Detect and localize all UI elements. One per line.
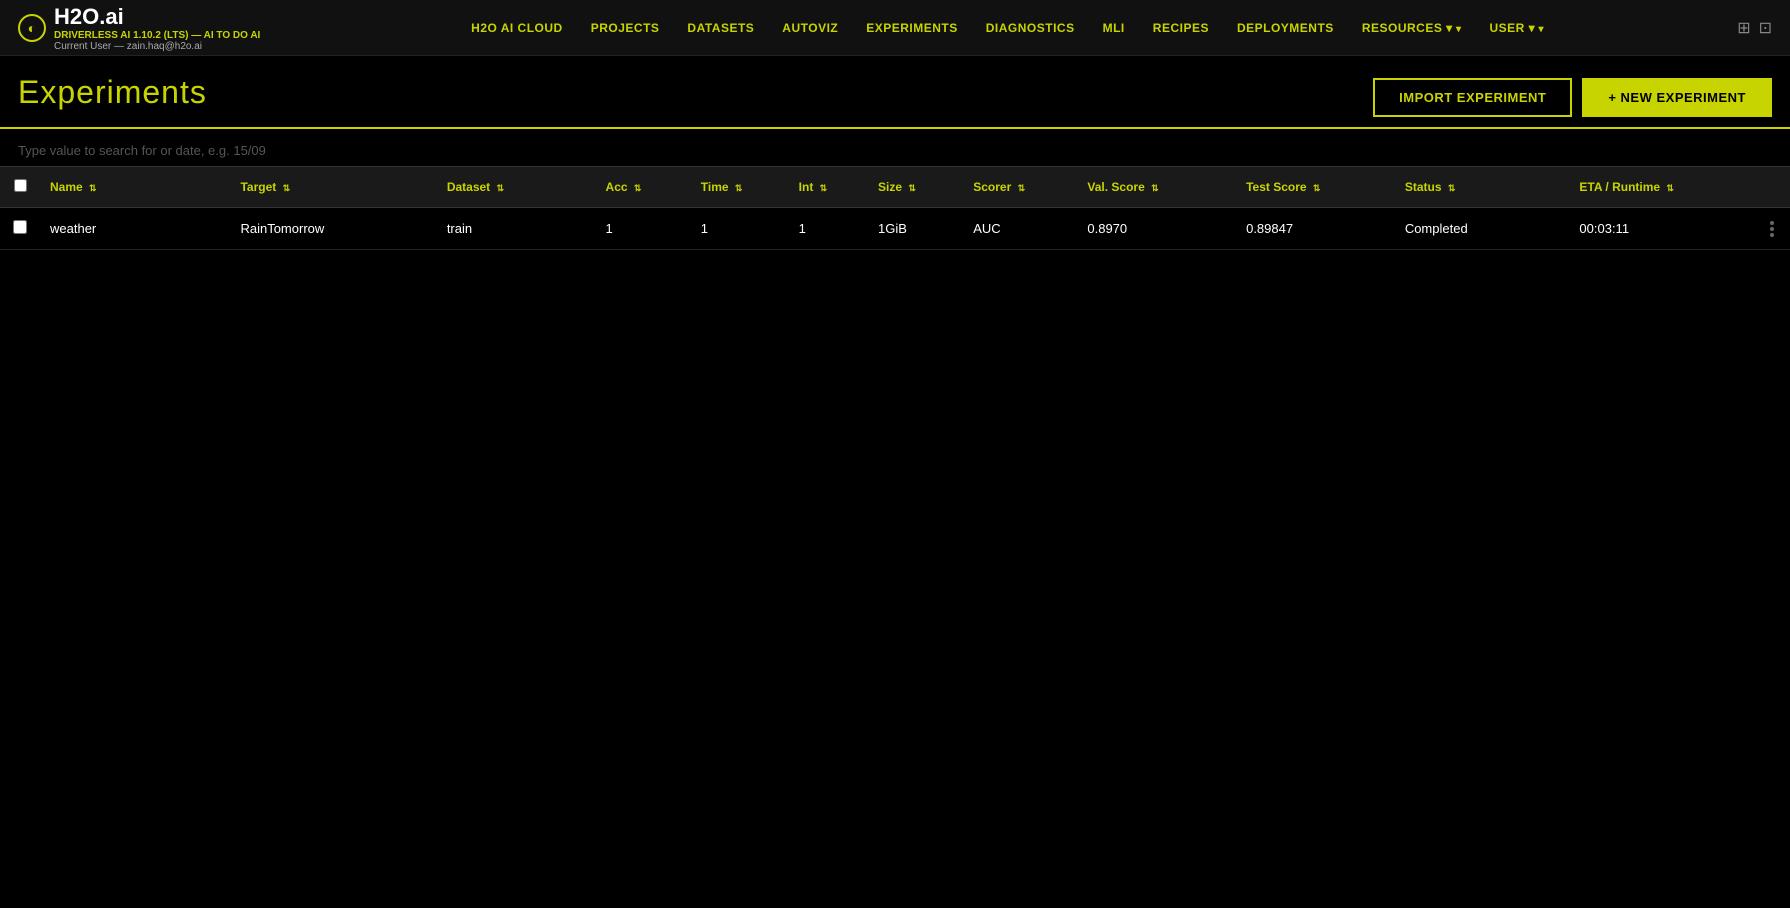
col-header-name[interactable]: Name ⇅ (40, 167, 230, 208)
cell-test-score-0: 0.89847 (1236, 208, 1395, 250)
cell-acc-0: 1 (596, 208, 691, 250)
row-checkbox-cell[interactable] (0, 208, 40, 250)
dot-3 (1770, 233, 1774, 237)
page-title: Experiments (18, 74, 207, 111)
sort-arrows-dataset: ⇅ (497, 183, 505, 193)
experiments-table: Name ⇅ Target ⇅ Dataset ⇅ Acc ⇅ Time ⇅ I… (0, 166, 1790, 250)
nav-link-datasets[interactable]: DATASETS (687, 21, 754, 35)
sort-arrows-size: ⇅ (908, 183, 916, 193)
nav-link-mli[interactable]: MLI (1103, 21, 1125, 35)
table-row: weather RainTomorrow train 1 1 1 1GiB AU… (0, 208, 1790, 250)
col-header-size[interactable]: Size ⇅ (868, 167, 963, 208)
nav-link-user[interactable]: USER ▾ (1490, 21, 1545, 35)
header-area: Experiments IMPORT EXPERIMENT + NEW EXPE… (0, 56, 1790, 117)
sort-arrows-target: ⇅ (283, 183, 291, 193)
cell-name-0: weather (40, 208, 230, 250)
experiments-table-container: Name ⇅ Target ⇅ Dataset ⇅ Acc ⇅ Time ⇅ I… (0, 166, 1790, 250)
version-line2: Current User — zain.haq@h2o.ai (54, 41, 260, 52)
sort-arrows-scorer: ⇅ (1018, 183, 1026, 193)
col-header-test-score[interactable]: Test Score ⇅ (1236, 167, 1395, 208)
col-header-val-score[interactable]: Val. Score ⇅ (1077, 167, 1236, 208)
logo-icon: ◐ (18, 14, 46, 42)
nav-links: H2O AI CLOUD PROJECTS DATASETS AUTOVIZ EXPER… (278, 21, 1737, 35)
select-all-checkbox[interactable] (14, 179, 27, 192)
sort-arrows-acc: ⇅ (634, 183, 642, 193)
cell-int-0: 1 (789, 208, 868, 250)
header-buttons: IMPORT EXPERIMENT + NEW EXPERIMENT (1373, 78, 1772, 117)
table-body: weather RainTomorrow train 1 1 1 1GiB AU… (0, 208, 1790, 250)
nav-link-resources[interactable]: RESOURCES ▾ (1362, 21, 1462, 35)
cell-target-0: RainTomorrow (230, 208, 436, 250)
cell-eta-runtime-0: 00:03:11 (1569, 208, 1760, 250)
col-header-int[interactable]: Int ⇅ (789, 167, 868, 208)
col-header-scorer[interactable]: Scorer ⇅ (963, 167, 1077, 208)
nav-link-experiments[interactable]: EXPERIMENTS (866, 21, 958, 35)
nav-link-autoviz[interactable]: AUTOVIZ (782, 21, 838, 35)
cell-status-0: Completed (1395, 208, 1570, 250)
cell-row-actions-0[interactable] (1760, 208, 1790, 250)
col-header-acc[interactable]: Acc ⇅ (596, 167, 691, 208)
dot-1 (1770, 221, 1774, 225)
col-header-dataset[interactable]: Dataset ⇅ (437, 167, 596, 208)
new-experiment-button[interactable]: + NEW EXPERIMENT (1582, 78, 1772, 117)
row-actions-menu-0[interactable] (1770, 221, 1780, 237)
sort-arrows-status: ⇅ (1448, 183, 1456, 193)
sort-arrows-test-score: ⇅ (1313, 183, 1321, 193)
cell-dataset-0: train (437, 208, 596, 250)
nav-link-recipes[interactable]: RECIPES (1153, 21, 1209, 35)
col-header-status[interactable]: Status ⇅ (1395, 167, 1570, 208)
sort-arrows-int: ⇅ (820, 183, 828, 193)
navigation: ◐ H2O.ai DRIVERLESS AI 1.10.2 (LTS) — AI… (0, 0, 1790, 56)
sort-arrows-eta: ⇅ (1666, 183, 1674, 193)
col-header-time[interactable]: Time ⇅ (691, 167, 789, 208)
grid-icon-2[interactable]: ⊡ (1759, 18, 1772, 38)
table-header: Name ⇅ Target ⇅ Dataset ⇅ Acc ⇅ Time ⇅ I… (0, 167, 1790, 208)
cell-scorer-0: AUC (963, 208, 1077, 250)
page-title-area: Experiments (18, 70, 207, 111)
nav-link-projects[interactable]: PROJECTS (591, 21, 660, 35)
logo-text: H2O.ai (54, 4, 260, 30)
search-area (0, 129, 1790, 166)
logo-area: ◐ H2O.ai DRIVERLESS AI 1.10.2 (LTS) — AI… (18, 4, 278, 52)
sort-arrows-name: ⇅ (89, 183, 97, 193)
nav-right: ⊞ ⊡ (1737, 18, 1772, 38)
nav-link-h2o-ai-cloud[interactable]: H2O AI CLOUD (471, 21, 563, 35)
cell-size-0: 1GiB (868, 208, 963, 250)
grid-icon[interactable]: ⊞ (1737, 18, 1750, 38)
col-header-target[interactable]: Target ⇅ (230, 167, 436, 208)
sort-arrows-val-score: ⇅ (1151, 183, 1159, 193)
version-line1: DRIVERLESS AI 1.10.2 (LTS) — AI TO DO AI (54, 30, 260, 41)
col-header-actions (1760, 167, 1790, 208)
select-all-header[interactable] (0, 167, 40, 208)
cell-time-0: 1 (691, 208, 789, 250)
nav-link-diagnostics[interactable]: DIAGNOSTICS (986, 21, 1075, 35)
cell-val-score-0: 0.8970 (1077, 208, 1236, 250)
row-checkbox-0[interactable] (13, 220, 27, 234)
col-header-eta-runtime[interactable]: ETA / Runtime ⇅ (1569, 167, 1760, 208)
dot-2 (1770, 227, 1774, 231)
search-input[interactable] (18, 143, 418, 158)
nav-link-deployments[interactable]: DEPLOYMENTS (1237, 21, 1334, 35)
import-experiment-button[interactable]: IMPORT EXPERIMENT (1373, 78, 1572, 117)
sort-arrows-time: ⇅ (735, 183, 743, 193)
